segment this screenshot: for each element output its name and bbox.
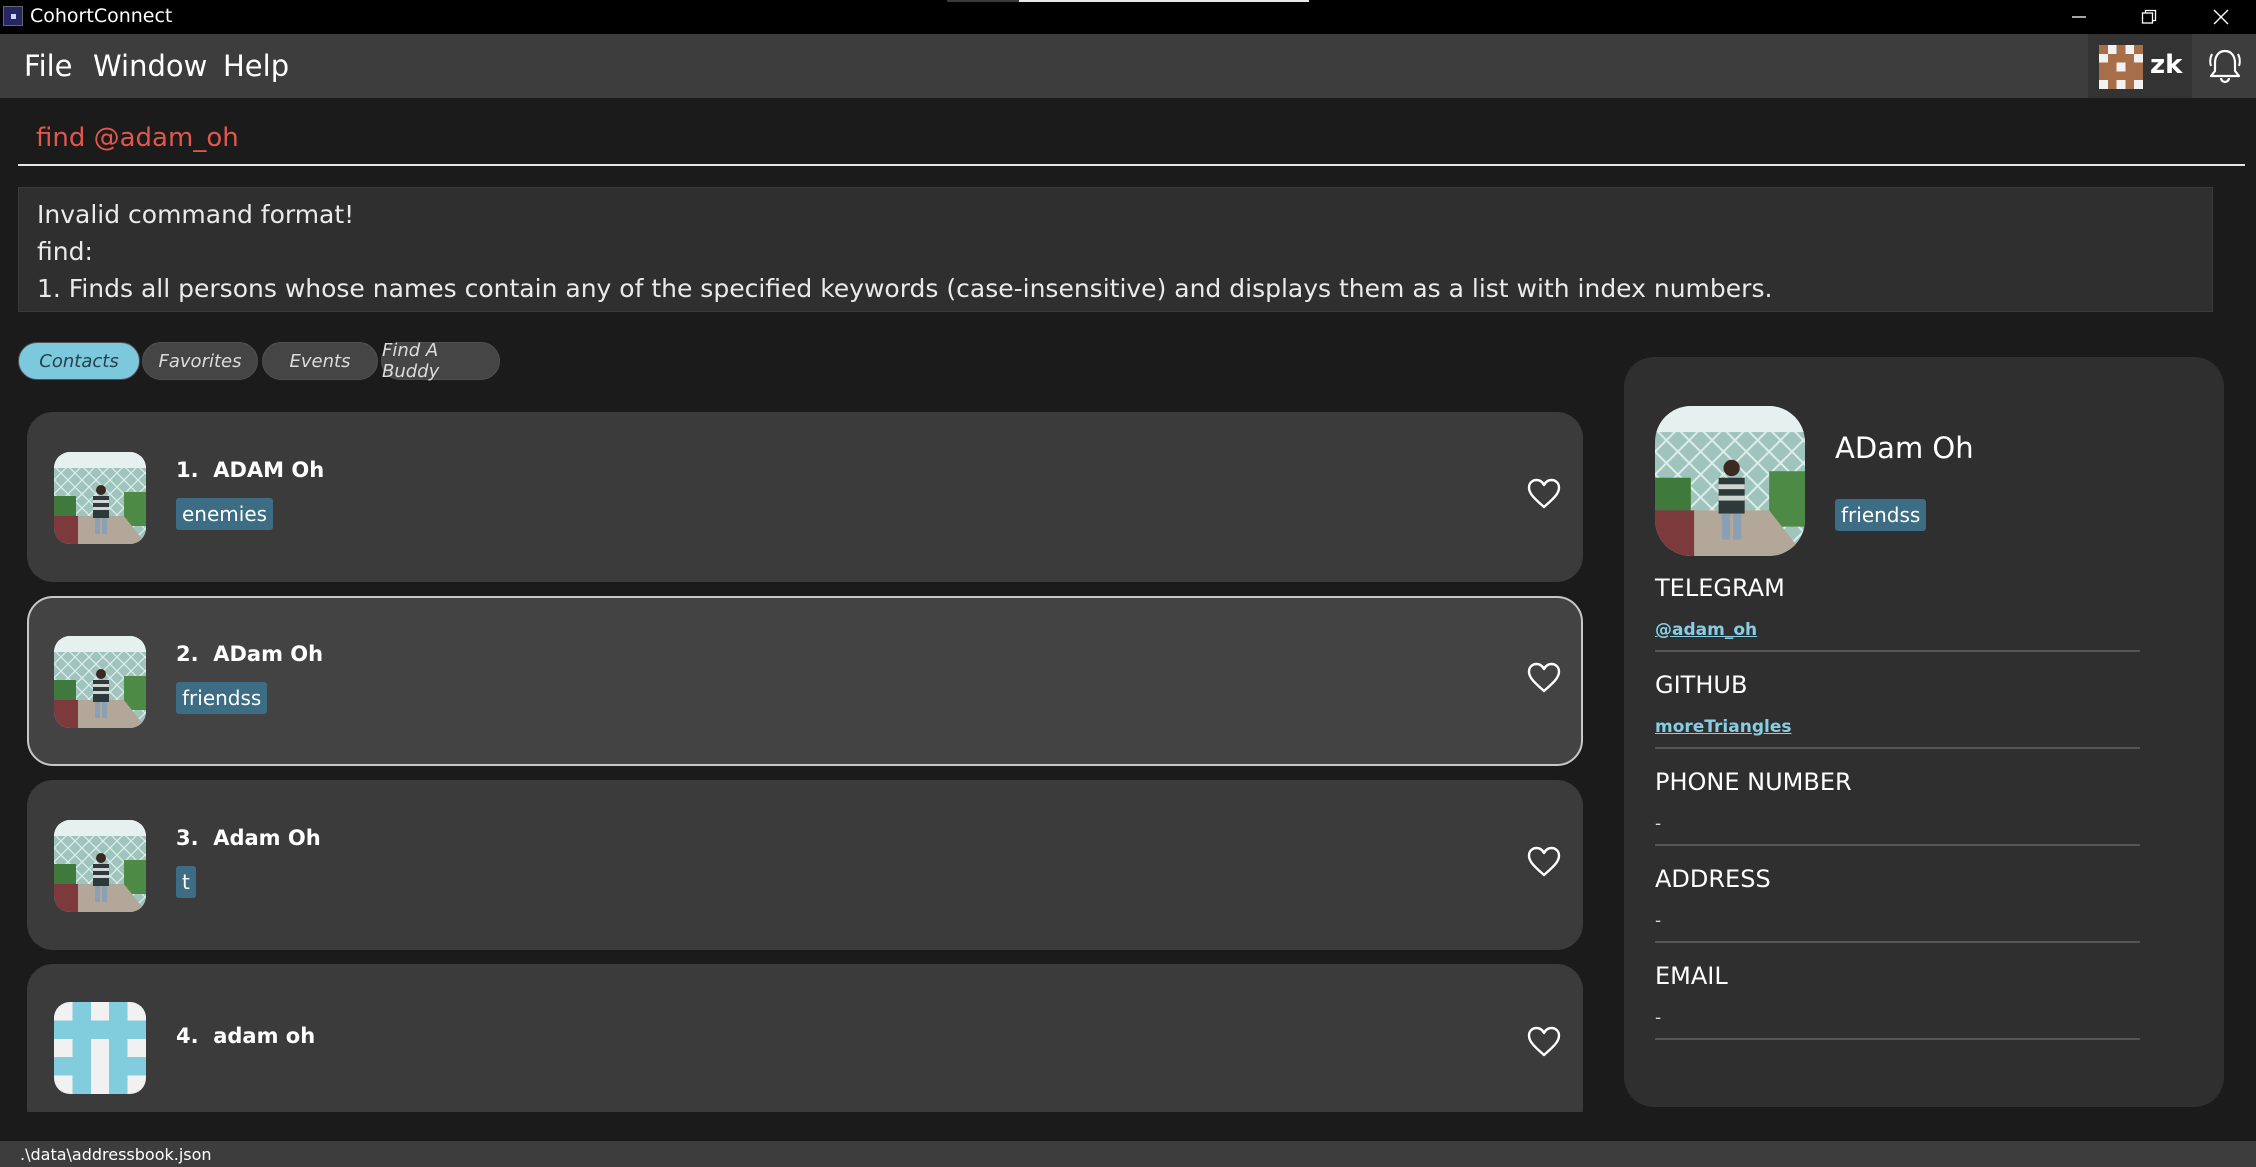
close-icon <box>2213 9 2229 25</box>
address-value: - <box>1655 911 1662 931</box>
restore-button[interactable] <box>2114 0 2184 34</box>
phone-label: PHONE NUMBER <box>1655 768 1852 796</box>
field-divider <box>1655 747 2140 749</box>
minimize-button[interactable] <box>2044 0 2114 34</box>
command-underline <box>18 164 2245 166</box>
detail-avatar <box>1655 406 1805 556</box>
detail-tag: friendss <box>1835 499 1927 531</box>
heart-icon[interactable] <box>1527 1026 1561 1058</box>
phone-value: - <box>1655 814 1662 834</box>
tab-events[interactable]: Events <box>262 342 378 380</box>
heart-icon[interactable] <box>1527 662 1561 694</box>
notifications-button[interactable] <box>2194 34 2256 98</box>
contact-detail-panel: ADam Oh friendss TELEGRAM @adam_oh GITHU… <box>1624 357 2224 1107</box>
menu-window[interactable]: Window <box>93 49 207 83</box>
title-bar-strip-light <box>1019 0 1309 2</box>
contact-card-selected[interactable]: 2. ADam Oh friendss <box>27 596 1583 766</box>
contact-avatar <box>54 820 146 912</box>
heart-icon[interactable] <box>1527 846 1561 878</box>
contact-list[interactable]: 1. ADAM Oh enemies 2. ADam Oh friendss 3… <box>27 412 1583 1112</box>
menu-help[interactable]: Help <box>223 49 289 83</box>
command-input[interactable] <box>36 118 2186 158</box>
telegram-label: TELEGRAM <box>1655 574 1785 602</box>
email-label: EMAIL <box>1655 962 1728 990</box>
tab-contacts[interactable]: Contacts <box>18 342 140 380</box>
contact-tag: t <box>176 866 196 898</box>
heart-icon[interactable] <box>1527 478 1561 510</box>
field-divider <box>1655 1038 2140 1040</box>
restore-icon <box>2141 9 2157 24</box>
menu-file[interactable]: File <box>24 49 73 83</box>
menu-bar <box>0 34 2256 98</box>
tab-favorites[interactable]: Favorites <box>142 342 258 380</box>
user-name: zk <box>2150 50 2183 80</box>
github-link[interactable]: moreTriangles <box>1655 717 1791 737</box>
identicon-avatar <box>54 1002 146 1094</box>
contact-avatar <box>54 452 146 544</box>
result-line: Invalid command format! <box>37 200 355 229</box>
contact-name: 4. adam oh <box>176 1024 316 1048</box>
status-bar: .\data\addressbook.json <box>0 1141 2256 1167</box>
title-bar: CohortConnect <box>0 0 2256 34</box>
contact-name: 1. ADAM Oh <box>176 458 325 482</box>
detail-name: ADam Oh <box>1835 431 1974 465</box>
contact-tag: friendss <box>176 682 268 714</box>
address-label: ADDRESS <box>1655 865 1771 893</box>
field-divider <box>1655 941 2140 943</box>
contact-avatar <box>54 636 146 728</box>
minimize-icon <box>2072 16 2086 18</box>
window-title: CohortConnect <box>30 5 173 27</box>
user-profile-button[interactable]: zk <box>2088 34 2192 98</box>
app-icon <box>3 6 23 26</box>
result-display: Invalid command format! find: 1. Finds a… <box>18 187 2213 312</box>
contact-name: 2. ADam Oh <box>176 642 324 666</box>
contact-tag: enemies <box>176 498 274 530</box>
title-bar-strip <box>947 0 1019 2</box>
email-value: - <box>1655 1008 1662 1028</box>
field-divider <box>1655 650 2140 652</box>
field-divider <box>1655 844 2140 846</box>
tab-find-a-buddy[interactable]: Find A Buddy <box>381 340 500 382</box>
contact-card[interactable]: 1. ADAM Oh enemies <box>27 412 1583 582</box>
file-path: .\data\addressbook.json <box>20 1145 212 1164</box>
result-line: find: <box>37 237 93 266</box>
pixel-avatar-icon <box>2099 45 2143 89</box>
github-label: GITHUB <box>1655 671 1748 699</box>
contact-name: 3. Adam Oh <box>176 826 321 850</box>
result-line: 1. Finds all persons whose names contain… <box>37 274 1773 303</box>
close-button[interactable] <box>2186 0 2256 34</box>
telegram-link[interactable]: @adam_oh <box>1655 620 1757 640</box>
bell-icon <box>2209 49 2241 84</box>
contact-card[interactable]: 4. adam oh <box>27 964 1583 1112</box>
contact-card[interactable]: 3. Adam Oh t <box>27 780 1583 950</box>
